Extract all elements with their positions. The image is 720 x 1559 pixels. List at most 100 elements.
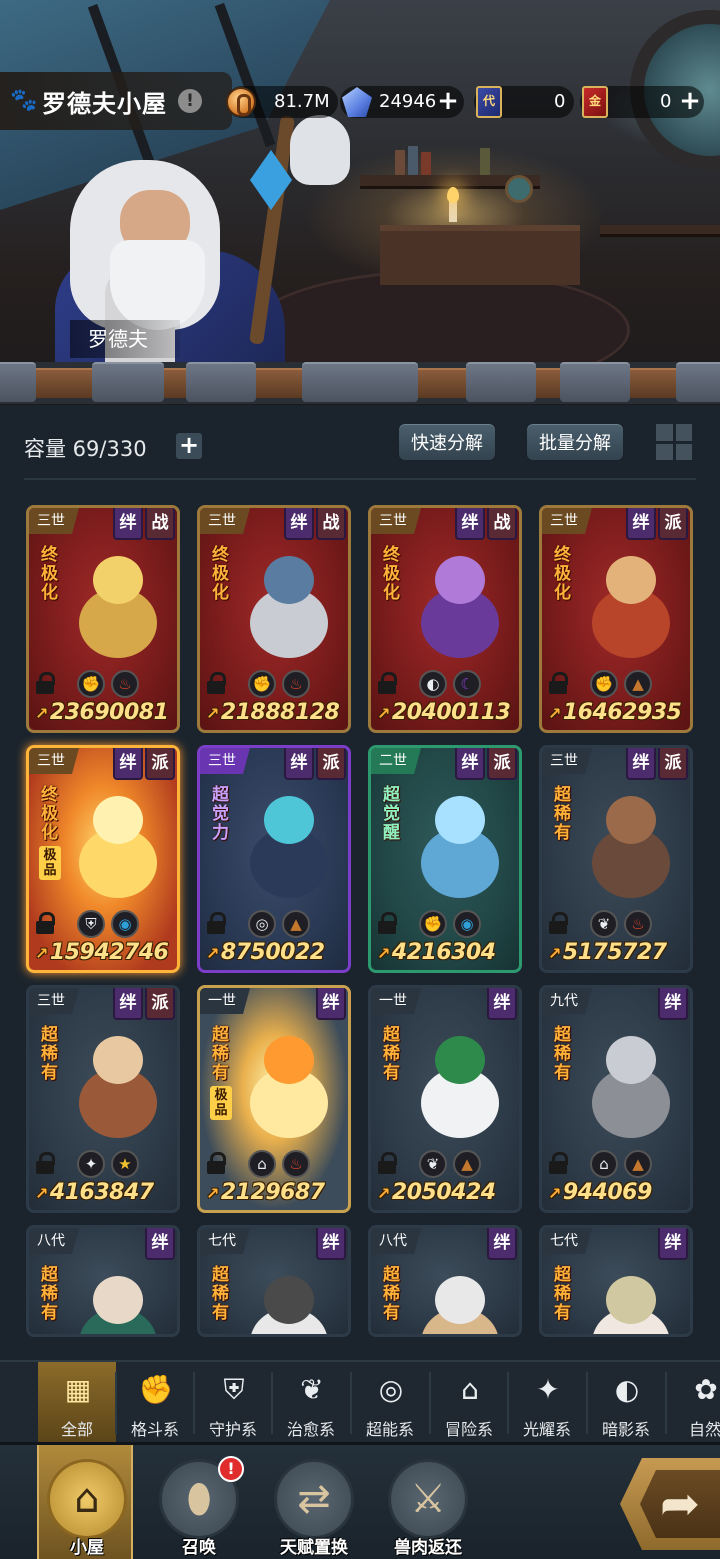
bond-tag: 绊: [487, 988, 517, 1020]
lock-icon[interactable]: [206, 672, 228, 694]
lock-icon[interactable]: [35, 912, 57, 934]
pet-card[interactable]: 八代绊超稀有: [26, 1225, 180, 1337]
pet-card[interactable]: 一世绊超稀有❦▲2050424: [368, 985, 522, 1213]
gold-card-counter: 金 0 +: [580, 86, 704, 118]
category-tab[interactable]: ◎ 超能系: [351, 1362, 429, 1444]
railing-stone: [92, 362, 164, 402]
lock-icon[interactable]: [35, 1152, 57, 1174]
category-tab-label: 暗影系: [601, 1420, 650, 1439]
pet-portrait-head: [435, 1276, 485, 1324]
lock-icon[interactable]: [548, 912, 570, 934]
faction-tag: 战: [145, 508, 175, 540]
category-tab-label: 格斗系: [130, 1420, 179, 1439]
category-tab[interactable]: ▦ 全部: [38, 1362, 116, 1444]
add-diamond-button[interactable]: +: [436, 88, 460, 114]
pet-portrait-head: [435, 796, 485, 844]
generation-card-icon: 代: [476, 86, 502, 118]
pet-portrait: [403, 1268, 513, 1334]
category-separator: [115, 1372, 117, 1434]
pet-portrait: [232, 1028, 342, 1148]
category-separator: [429, 1372, 431, 1434]
gold-coin-icon: [226, 87, 256, 117]
shadow-icon: ◐: [614, 1373, 640, 1406]
pet-card[interactable]: 三世绊派超觉力◎▲8750022: [197, 745, 351, 973]
pet-portrait-head: [435, 556, 485, 604]
grid-view-toggle[interactable]: [656, 424, 692, 460]
pet-generation-label: 二世: [371, 748, 421, 774]
pet-portrait: [403, 548, 513, 668]
swap-icon: ⇄: [297, 1476, 331, 1522]
nav-item[interactable]: ⇄ 天赋置换: [266, 1445, 362, 1559]
divider: [24, 478, 696, 480]
desk: [380, 225, 580, 285]
pet-power-value: 23690081: [35, 700, 169, 725]
add-gold-card-button[interactable]: +: [678, 88, 702, 114]
faction-tag: 派: [316, 748, 346, 780]
lock-icon[interactable]: [548, 1152, 570, 1174]
pet-card[interactable]: 八代绊超稀有: [368, 1225, 522, 1337]
faction-tag: 派: [658, 508, 688, 540]
lock-icon[interactable]: [206, 912, 228, 934]
category-tab[interactable]: ✦ 光耀系: [508, 1362, 586, 1444]
pet-card[interactable]: 二世绊派超觉醒✊◉4216304: [368, 745, 522, 973]
pet-card[interactable]: 三世绊派超稀有✦★4163847: [26, 985, 180, 1213]
fist-icon: ✊: [138, 1373, 174, 1406]
pet-portrait: [61, 1028, 171, 1148]
pet-card[interactable]: 三世绊战终极化✊♨23690081: [26, 505, 180, 733]
bond-tag: 绊: [487, 1228, 517, 1260]
pet-card[interactable]: 七代绊超稀有: [197, 1225, 351, 1337]
pet-card[interactable]: 九代绊超稀有⌂▲944069: [539, 985, 693, 1213]
bond-tag: 绊: [658, 988, 688, 1020]
gold-card-icon: 金: [582, 86, 608, 118]
candle-flame: [447, 187, 459, 203]
pet-card[interactable]: 三世绊战终极化✊♨21888128: [197, 505, 351, 733]
summon-alert-badge: !: [218, 1456, 244, 1482]
expand-capacity-button[interactable]: +: [176, 433, 202, 459]
pet-power-value: 8750022: [206, 940, 325, 965]
category-tab[interactable]: ✿ 自然: [666, 1362, 720, 1444]
lock-icon[interactable]: [35, 672, 57, 694]
batch-decompose-button[interactable]: 批量分解: [525, 422, 625, 462]
category-separator: [665, 1372, 667, 1434]
lock-icon[interactable]: [206, 1152, 228, 1174]
nav-item[interactable]: ⚔ 兽肉返还: [380, 1445, 476, 1559]
pet-portrait-head: [264, 1276, 314, 1324]
pet-portrait: [232, 548, 342, 668]
shelf: [600, 225, 720, 237]
pet-generation-label: 八代: [29, 1228, 79, 1254]
leaf-icon: ❦: [300, 1373, 324, 1406]
pet-card[interactable]: 三世绊派超稀有❦♨5175727: [539, 745, 693, 973]
lock-icon[interactable]: [548, 672, 570, 694]
pet-card[interactable]: 三世绊派终极化极品⛨◉15942746: [26, 745, 180, 973]
category-tab[interactable]: ⛨ 守护系: [194, 1362, 272, 1444]
info-icon[interactable]: !: [178, 89, 202, 113]
bond-tag: 绊: [284, 748, 314, 780]
gold-coin-value: 81.7M: [274, 91, 330, 112]
capacity-label: 容量 69/330: [24, 437, 147, 461]
lock-icon[interactable]: [377, 912, 399, 934]
pet-storage-panel: 容量 69/330 + 快速分解 批量分解 三世绊战终极化✊♨23690081三…: [0, 405, 720, 1360]
adventure-icon: ⌂: [590, 1150, 618, 1178]
pet-card[interactable]: 三世绊战终极化◐☾20400113: [368, 505, 522, 733]
water-icon: ◉: [453, 910, 481, 938]
lock-icon[interactable]: [377, 1152, 399, 1174]
pet-card[interactable]: 一世绊超稀有极品⌂♨2129687: [197, 985, 351, 1213]
top-bar: 🐾 罗德夫小屋 ! 81.7M 24946 + 代 0 金 0 +: [0, 72, 720, 132]
pet-card[interactable]: 三世绊派终极化✊▲16462935: [539, 505, 693, 733]
category-tab[interactable]: ❦ 治愈系: [272, 1362, 350, 1444]
diamond-icon: [342, 87, 372, 117]
category-tab[interactable]: ✊ 格斗系: [116, 1362, 194, 1444]
pet-portrait-head: [93, 796, 143, 844]
category-tab[interactable]: ⌂ 冒险系: [430, 1362, 508, 1444]
category-separator: [193, 1372, 195, 1434]
fist-icon: ✊: [248, 670, 276, 698]
pet-card[interactable]: 七代绊超稀有: [539, 1225, 693, 1337]
bond-tag: 绊: [658, 1228, 688, 1260]
category-tab[interactable]: ◐ 暗影系: [587, 1362, 665, 1444]
nav-item[interactable]: ⌂ 小屋: [37, 1445, 133, 1559]
quick-decompose-button[interactable]: 快速分解: [397, 422, 497, 462]
faction-tag: 派: [658, 748, 688, 780]
adventure-icon: ⌂: [461, 1373, 479, 1406]
shield-icon: ⛨: [77, 910, 105, 938]
lock-icon[interactable]: [377, 672, 399, 694]
